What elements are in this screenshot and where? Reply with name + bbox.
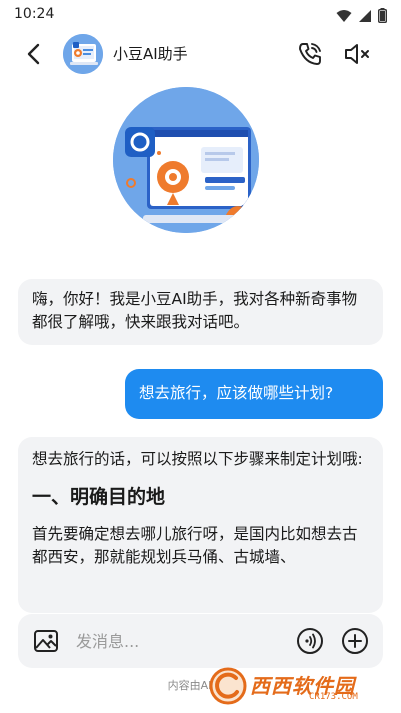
- status-time: 10:24: [14, 6, 55, 22]
- back-button[interactable]: [20, 41, 46, 67]
- phone-call-icon: [299, 43, 321, 65]
- status-icons: [336, 8, 387, 23]
- mute-button[interactable]: [343, 41, 371, 67]
- assistant-avatar-illustration: [63, 34, 103, 74]
- message-body: 首先要确定想去哪儿旅行呀，是国内比如想去古都西安，那就能规划兵马俑、古城墙、: [32, 525, 358, 566]
- message-intro: 想去旅行的话，可以按照以下步骤来制定计划哦:: [32, 450, 363, 468]
- message-heading: 一、明确目的地: [32, 486, 166, 508]
- message-composer: [18, 614, 383, 668]
- header-title: 小豆AI助手: [113, 45, 188, 63]
- assistant-message[interactable]: 想去旅行的话，可以按照以下步骤来制定计划哦: 一、明确目的地 首先要确定想去哪儿…: [18, 437, 383, 613]
- add-button[interactable]: [341, 627, 369, 655]
- assistant-message[interactable]: 嗨，你好！我是小豆AI助手，我对各种新奇事物都很了解哦，快来跟我对话吧。: [18, 279, 383, 345]
- watermark-logo-icon: [209, 667, 247, 705]
- chat-header: 小豆AI助手: [0, 30, 401, 78]
- plus-circle-icon: [342, 628, 368, 654]
- voice-call-button[interactable]: [297, 41, 323, 67]
- watermark: 西西软件园 CR173.COM: [206, 666, 384, 706]
- voice-input-button[interactable]: [296, 627, 324, 655]
- message-input[interactable]: [76, 627, 276, 655]
- watermark-url: CR173.COM: [309, 692, 358, 702]
- image-icon: [34, 630, 58, 652]
- assistant-avatar[interactable]: [63, 34, 103, 74]
- assistant-hero-avatar: [113, 87, 259, 233]
- message-text: 想去旅行，应该做哪些计划?: [139, 384, 334, 402]
- assistant-illustration: [113, 87, 259, 233]
- message-text: 嗨，你好！我是小豆AI助手，我对各种新奇事物都很了解哦，快来跟我对话吧。: [32, 290, 358, 331]
- user-message[interactable]: 想去旅行，应该做哪些计划?: [125, 369, 383, 419]
- battery-icon: [378, 8, 387, 23]
- speaker-mute-icon: [345, 44, 369, 64]
- image-upload-button[interactable]: [33, 628, 59, 654]
- signal-icon: [359, 9, 371, 22]
- wifi-icon: [336, 9, 352, 22]
- status-bar: 10:24: [0, 0, 401, 30]
- voice-wave-icon: [297, 628, 323, 654]
- back-arrow-icon: [27, 43, 40, 65]
